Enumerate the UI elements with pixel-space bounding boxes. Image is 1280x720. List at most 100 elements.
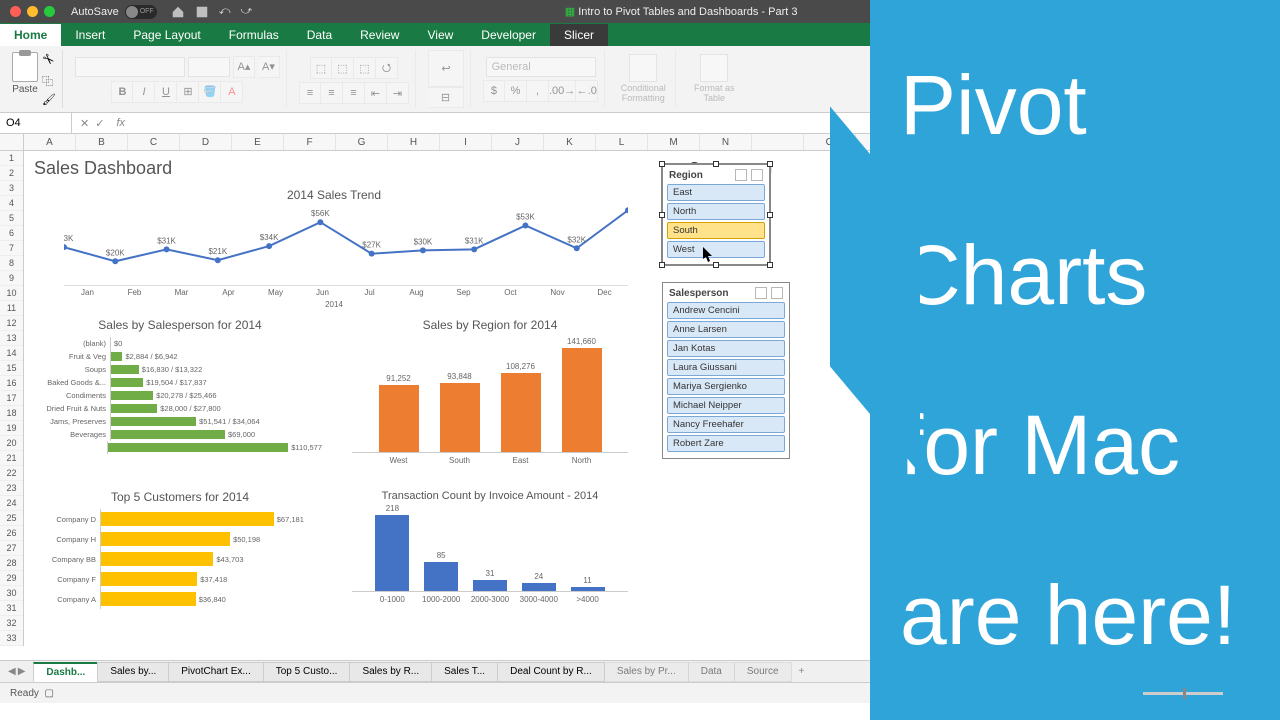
transaction-count-chart[interactable]: Transaction Count by Invoice Amount - 20… xyxy=(340,487,640,627)
add-sheet-button[interactable]: + xyxy=(791,664,813,679)
slicer-item[interactable]: East xyxy=(667,184,765,201)
row-header[interactable]: 16 xyxy=(0,376,23,391)
tab-formulas[interactable]: Formulas xyxy=(215,24,293,46)
row-header[interactable]: 22 xyxy=(0,466,23,481)
orientation-icon[interactable]: ⭯ xyxy=(376,57,398,79)
tab-view[interactable]: View xyxy=(413,24,467,46)
sheet-tab[interactable]: Sales by Pr... xyxy=(604,662,689,682)
col-header[interactable]: N xyxy=(700,134,752,150)
col-header[interactable]: W xyxy=(1220,134,1272,150)
row-header[interactable]: 30 xyxy=(0,586,23,601)
sheet-tab[interactable]: Data xyxy=(688,662,735,682)
multiselect-icon[interactable] xyxy=(735,169,747,181)
zoom-slider[interactable] xyxy=(1143,692,1223,695)
fx-label[interactable]: fx xyxy=(116,117,125,129)
row-header[interactable]: 32 xyxy=(0,616,23,631)
sheet-tab[interactable]: Source xyxy=(734,662,792,682)
col-header[interactable]: Q xyxy=(908,134,960,150)
row-header[interactable]: 24 xyxy=(0,496,23,511)
zoom-level[interactable]: 100% xyxy=(1244,688,1270,699)
col-header[interactable]: E xyxy=(232,134,284,150)
slicer-item[interactable]: Jan Kotas xyxy=(667,340,785,357)
align-top-icon[interactable]: ⬚ xyxy=(310,57,332,79)
sheet-tab[interactable]: Top 5 Custo... xyxy=(263,662,351,682)
sheet-tab[interactable]: Sales by... xyxy=(97,662,169,682)
sheet-tab[interactable]: Dashb... xyxy=(33,662,98,682)
col-header[interactable]: O xyxy=(804,134,856,150)
increase-indent-icon[interactable]: ⇥ xyxy=(387,82,409,104)
worksheet-area[interactable]: ABCDEFGHIJKLMNOPQRSTUVW 1234567891011121… xyxy=(0,134,1280,660)
sales-trend-chart[interactable]: 2014 Sales Trend $33K$20K$31K$21K$34K$56… xyxy=(30,185,638,309)
row-header[interactable]: 3 xyxy=(0,181,23,196)
close-window-icon[interactable] xyxy=(10,6,21,17)
percent-icon[interactable]: % xyxy=(505,80,527,102)
align-middle-icon[interactable]: ⬚ xyxy=(332,57,354,79)
accept-formula-icon[interactable]: ✓ xyxy=(95,117,104,130)
zoom-out-icon[interactable]: − xyxy=(1129,688,1135,699)
undo-icon[interactable]: ⤺ xyxy=(219,5,231,18)
font-family-select[interactable] xyxy=(75,57,185,77)
increase-font-icon[interactable]: A▴ xyxy=(233,56,255,78)
col-header[interactable]: U xyxy=(1116,134,1168,150)
copy-icon[interactable]: ⿻ xyxy=(42,73,56,89)
tab-page-layout[interactable]: Page Layout xyxy=(119,24,214,46)
row-header[interactable]: 2 xyxy=(0,166,23,181)
decrease-font-icon[interactable]: A▾ xyxy=(258,56,280,78)
col-header[interactable]: A xyxy=(24,134,76,150)
col-header[interactable]: M xyxy=(648,134,700,150)
row-header[interactable]: 5 xyxy=(0,211,23,226)
row-header[interactable]: 10 xyxy=(0,286,23,301)
row-header[interactable]: 4 xyxy=(0,196,23,211)
row-header[interactable]: 6 xyxy=(0,226,23,241)
sales-by-region-chart[interactable]: Sales by Region for 2014 91,25293,848108… xyxy=(340,315,640,481)
align-right-icon[interactable]: ≡ xyxy=(343,82,365,104)
ribbon-toggle-icon[interactable]: ⌃ xyxy=(1258,32,1268,46)
col-header[interactable]: R xyxy=(960,134,1012,150)
col-header[interactable]: H xyxy=(388,134,440,150)
name-box[interactable]: O4 xyxy=(0,113,72,133)
feedback-icon[interactable]: ☺ xyxy=(1232,32,1244,46)
col-header[interactable]: F xyxy=(284,134,336,150)
row-header[interactable]: 12 xyxy=(0,316,23,331)
clear-filter-icon[interactable] xyxy=(751,169,763,181)
row-header[interactable]: 23 xyxy=(0,481,23,496)
format-as-table-button[interactable]: Format as Table xyxy=(688,54,740,104)
paste-button[interactable]: Paste xyxy=(12,52,38,95)
format-painter-icon[interactable]: 🖌 xyxy=(42,93,56,106)
col-header[interactable] xyxy=(752,134,804,150)
zoom-in-icon[interactable]: + xyxy=(1231,688,1237,699)
tab-developer[interactable]: Developer xyxy=(467,24,550,46)
slicer-item[interactable]: South xyxy=(667,222,765,239)
align-center-icon[interactable]: ≡ xyxy=(321,82,343,104)
italic-button[interactable]: I xyxy=(133,81,155,103)
wrap-text-button[interactable]: ↩ xyxy=(428,50,464,87)
region-slicer[interactable]: Region EastNorthSouthWest xyxy=(662,164,770,265)
row-header[interactable]: 7 xyxy=(0,241,23,256)
page-layout-icon[interactable]: ▤ xyxy=(1094,688,1103,699)
row-header[interactable]: 11 xyxy=(0,301,23,316)
macro-record-icon[interactable]: ▢ xyxy=(44,688,53,699)
multiselect-icon[interactable] xyxy=(755,287,767,299)
decrease-indent-icon[interactable]: ⇤ xyxy=(365,82,387,104)
fullscreen-window-icon[interactable] xyxy=(44,6,55,17)
font-size-select[interactable] xyxy=(188,57,230,77)
tab-review[interactable]: Review xyxy=(346,24,413,46)
sheet-tab[interactable]: Deal Count by R... xyxy=(497,662,605,682)
select-all-corner[interactable] xyxy=(0,134,24,150)
comma-icon[interactable]: , xyxy=(527,80,549,102)
sheet-tab[interactable]: Sales by R... xyxy=(349,662,432,682)
clear-filter-icon[interactable] xyxy=(771,287,783,299)
underline-button[interactable]: U xyxy=(155,81,177,103)
row-header[interactable]: 28 xyxy=(0,556,23,571)
col-header[interactable]: C xyxy=(128,134,180,150)
border-button[interactable]: ⊞ xyxy=(177,81,199,103)
row-header[interactable]: 33 xyxy=(0,631,23,646)
row-header[interactable]: 1 xyxy=(0,151,23,166)
top-customers-chart[interactable]: Top 5 Customers for 2014 Company D$67,18… xyxy=(30,487,330,627)
slicer-item[interactable]: Michael Neipper xyxy=(667,397,785,414)
align-left-icon[interactable]: ≡ xyxy=(299,82,321,104)
share-button[interactable]: 👥 Share xyxy=(1167,32,1217,46)
next-sheet-icon[interactable]: ▶ xyxy=(18,666,26,677)
search-workbook[interactable]: 🔍 Search Workbook xyxy=(1110,6,1270,17)
col-header[interactable]: P xyxy=(856,134,908,150)
